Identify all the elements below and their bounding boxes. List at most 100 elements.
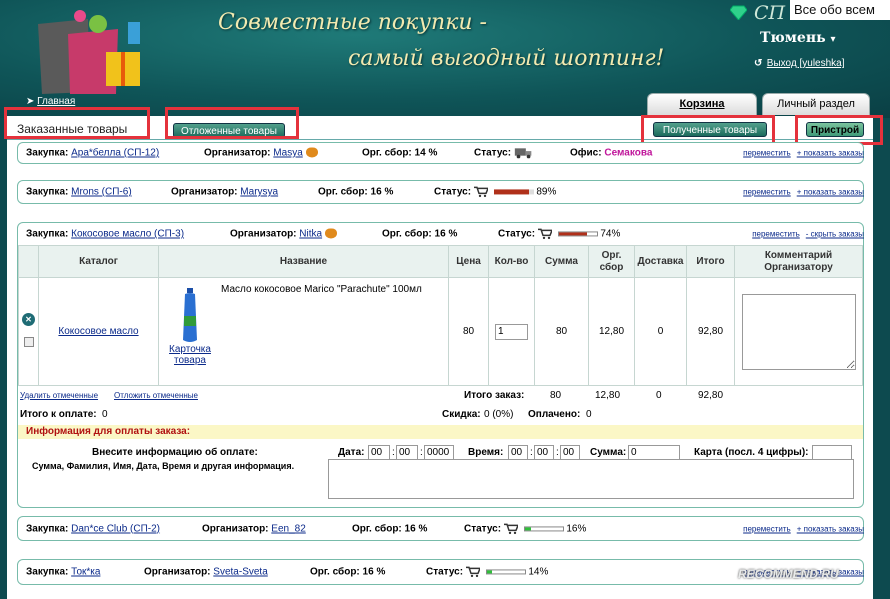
shopping-bags-logo[interactable] (28, 4, 168, 94)
order-total-label: Итого заказ: (464, 390, 525, 401)
move-link[interactable]: переместить (743, 149, 791, 158)
logout-icon: ↺ (754, 58, 763, 69)
col-qty: Кол-во (488, 245, 535, 278)
purchase-link[interactable]: Ара*белла (СП-12) (71, 148, 159, 159)
delete-icon[interactable]: ✕ (22, 313, 35, 326)
row-controls: ✕ (18, 277, 39, 386)
progress-text: 14% (528, 566, 549, 578)
slogan-line-2: самый выгодный шоппинг! (348, 46, 665, 71)
time-second-input[interactable]: 00 (560, 445, 580, 460)
status-label: Статус: (464, 523, 502, 535)
purchase-row: Закупка: Mrons (СП-6) Организатор: Marys… (26, 181, 864, 203)
sum-input[interactable]: 0 (628, 445, 680, 460)
order-table: Каталог Название Цена Кол-во Сумма Орг. … (18, 245, 863, 386)
logout-link[interactable]: Выход [yuleshka] (767, 58, 845, 69)
tab-personal[interactable]: Личный раздел (762, 93, 870, 115)
status-label: Статус: (426, 566, 464, 578)
purchase-block: Закупка: Ара*белла (СП-12) Организатор: … (17, 142, 864, 164)
toggle-orders-link[interactable]: + показать заказы (797, 149, 864, 158)
logout-area: ↺ Выход [yuleshka] (754, 58, 845, 69)
purchase-block: Закупка: Mrons (СП-6) Организатор: Marys… (17, 180, 864, 204)
home-link[interactable]: Главная (37, 96, 75, 107)
defer-selected-link[interactable]: Отложить отмеченные (114, 391, 198, 400)
progress-fill (558, 232, 587, 236)
highlight-frame (165, 107, 299, 139)
progress-fill (524, 526, 531, 530)
move-link[interactable]: переместить (743, 188, 791, 197)
highlight-frame (4, 107, 150, 139)
arrow-right-icon: ➤ (26, 96, 35, 107)
org-fee: Орг. сбор: 16 % (318, 186, 394, 198)
paid-label: Оплачено: (528, 409, 581, 420)
status-progress-bar (523, 525, 564, 531)
col-sum: Сумма (534, 245, 589, 278)
organizer-label: Организатор: (144, 566, 211, 578)
date-month-input[interactable]: 00 (396, 445, 418, 460)
time-separator: : (530, 447, 533, 458)
cart-content: Заказанные товары Отложенные товары Полу… (4, 107, 883, 599)
col-name: Название (158, 245, 449, 278)
organizer-comment-input[interactable] (741, 293, 856, 370)
purchase-label: Закупка: (26, 186, 69, 198)
organizer-label: Организатор: (204, 147, 271, 159)
office-value: Семакова (604, 147, 653, 159)
purchase-label: Закупка: (26, 147, 69, 159)
toggle-orders-link[interactable]: + показать заказы (797, 524, 864, 533)
time-hour-input[interactable]: 00 (508, 445, 528, 460)
move-link[interactable]: переместить (752, 230, 800, 239)
purchase-block: Закупка: Ток*ка Организатор: Sveta-Sveta… (17, 559, 864, 585)
status-label: Статус: (474, 147, 512, 159)
move-link[interactable]: переместить (743, 524, 791, 533)
purchase-link[interactable]: Dan*ce Club (СП-2) (71, 523, 160, 534)
delete-selected-link[interactable]: Удалить отмеченные (20, 391, 98, 400)
card-label: Карта (посл. 4 цифры): (694, 447, 809, 458)
delivery-cell: 0 (634, 277, 687, 386)
tab-cart-label: Корзина (679, 98, 725, 110)
site-header: Совместные покупки - самый выгодный шопп… (0, 0, 890, 118)
paid-value: 0 (586, 409, 592, 420)
organizer-link[interactable]: Sveta-Sveta (213, 567, 267, 578)
toggle-orders-link[interactable]: - скрыть заказы (806, 230, 864, 239)
purchase-link[interactable]: Кокосовое масло (СП-3) (71, 229, 184, 240)
payment-info-textarea[interactable] (328, 459, 854, 499)
price-cell: 80 (448, 277, 489, 386)
col-controls (18, 245, 39, 278)
city-selector[interactable]: Тюмень ▾ (760, 30, 836, 46)
organizer-link[interactable]: Een_82 (271, 523, 305, 534)
product-card-link[interactable]: Карточка товара (169, 344, 211, 366)
purchase-block: Закупка: Dan*ce Club (СП-2) Организатор:… (17, 516, 864, 541)
tab-cart[interactable]: Корзина (647, 93, 757, 115)
purchase-label: Закупка: (26, 523, 69, 534)
cart-icon (503, 523, 518, 534)
organizer-link[interactable]: Marysya (240, 187, 278, 198)
watermark-logo: RECOMMEND.RU (738, 567, 839, 581)
date-year-input[interactable]: 0000 (424, 445, 454, 460)
highlight-frame (641, 115, 775, 145)
city-label: Тюмень (760, 30, 826, 46)
col-total: Итого (686, 245, 735, 278)
card-digits-input[interactable] (812, 445, 852, 460)
organizer-link[interactable]: Masya (273, 148, 302, 159)
purchase-link[interactable]: Ток*ка (71, 567, 100, 578)
cart-icon (473, 186, 488, 198)
quantity-input[interactable] (495, 323, 528, 340)
organizer-link[interactable]: Nitka (299, 229, 322, 240)
status-progress-bar (485, 569, 526, 575)
breadcrumb: ➤ Главная (26, 96, 75, 107)
chevron-down-icon: ▾ (830, 34, 836, 45)
organizer-label: Организатор: (171, 186, 238, 198)
discount-value: 0 (0%) (484, 409, 514, 420)
toggle-orders-link[interactable]: + показать заказы (797, 188, 864, 197)
catalog-link[interactable]: Кокосовое масло (58, 326, 138, 337)
time-separator: : (556, 447, 559, 458)
time-minute-input[interactable]: 00 (534, 445, 554, 460)
product-image[interactable] (181, 288, 199, 344)
org-fee: Орг. сбор: 16 % (310, 566, 386, 578)
sum-cell: 80 (534, 277, 589, 386)
org-fee: Орг. сбор: 16 % (382, 228, 458, 240)
date-day-input[interactable]: 00 (368, 445, 390, 460)
row-checkbox[interactable] (23, 337, 34, 347)
tab-personal-label: Личный раздел (777, 98, 855, 110)
purchase-label: Закупка: (26, 566, 69, 578)
purchase-link[interactable]: Mrons (СП-6) (71, 187, 132, 198)
